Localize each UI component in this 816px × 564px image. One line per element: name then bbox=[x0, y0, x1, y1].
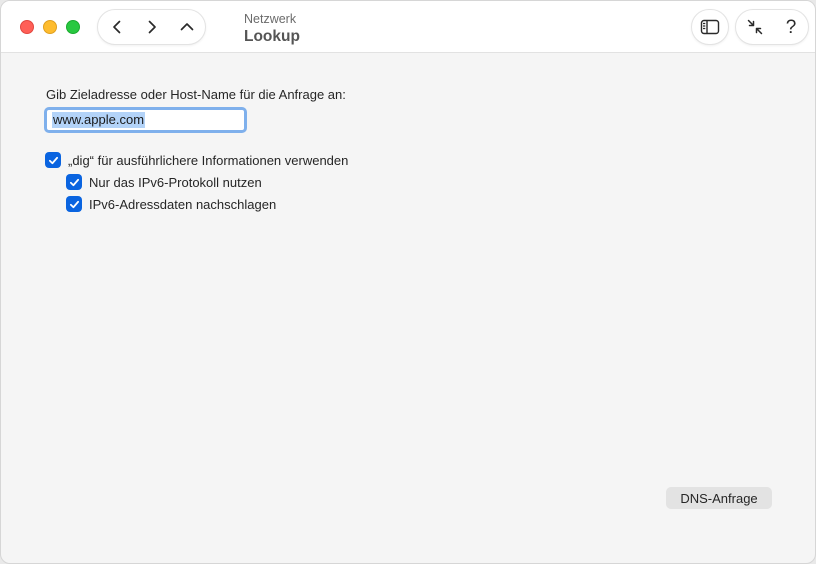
ipv6-only-checkbox[interactable] bbox=[66, 174, 82, 190]
chevron-left-icon bbox=[113, 20, 121, 34]
forward-button[interactable] bbox=[135, 10, 169, 44]
title-bar: Netzwerk Lookup ? bbox=[1, 1, 815, 53]
help-icon: ? bbox=[785, 16, 797, 38]
window-title-category: Netzwerk bbox=[244, 12, 297, 26]
checkmark-icon bbox=[69, 200, 79, 208]
chevron-up-icon bbox=[180, 23, 194, 31]
window-title-tool: Lookup bbox=[244, 28, 300, 45]
zoom-window-button[interactable] bbox=[66, 20, 80, 34]
ipv6-address-lookup-checkbox[interactable] bbox=[66, 196, 82, 212]
shrink-window-button[interactable] bbox=[737, 10, 773, 44]
back-button[interactable] bbox=[100, 10, 134, 44]
navigation-button-group bbox=[97, 9, 206, 45]
option-ipv6-address-lookup[interactable]: IPv6-Adressdaten nachschlagen bbox=[66, 195, 276, 213]
option-use-dig[interactable]: „dig“ für ausführlichere Informationen v… bbox=[45, 151, 348, 169]
help-button[interactable]: ? bbox=[773, 10, 809, 44]
window-tools-group: ? bbox=[735, 9, 809, 45]
host-input-value: www.apple.com bbox=[52, 112, 146, 128]
ipv6-address-lookup-label: IPv6-Adressdaten nachschlagen bbox=[89, 196, 277, 212]
close-window-button[interactable] bbox=[20, 20, 34, 34]
up-button[interactable] bbox=[170, 10, 204, 44]
use-dig-label: „dig“ für ausführlichere Informationen v… bbox=[68, 152, 349, 168]
host-input[interactable]: www.apple.com bbox=[44, 107, 247, 133]
sidebar-icon bbox=[700, 19, 720, 35]
minimize-window-button[interactable] bbox=[43, 20, 57, 34]
use-dig-checkbox[interactable] bbox=[45, 152, 61, 168]
collapse-arrows-icon bbox=[747, 19, 763, 35]
chevron-right-icon bbox=[148, 20, 156, 34]
window-title: Netzwerk Lookup bbox=[244, 11, 300, 47]
ipv6-only-label: Nur das IPv6-Protokoll nutzen bbox=[89, 174, 262, 190]
network-lookup-window: Netzwerk Lookup ? Gib Zieladresse oder H… bbox=[0, 0, 816, 564]
dns-lookup-button[interactable]: DNS-Anfrage bbox=[666, 487, 772, 509]
option-ipv6-only[interactable]: Nur das IPv6-Protokoll nutzen bbox=[66, 173, 262, 191]
host-prompt-label: Gib Zieladresse oder Host-Name für die A… bbox=[46, 87, 346, 102]
checkmark-icon bbox=[69, 178, 79, 186]
checkmark-icon bbox=[48, 156, 58, 164]
toggle-sidebar-button[interactable] bbox=[691, 9, 729, 45]
